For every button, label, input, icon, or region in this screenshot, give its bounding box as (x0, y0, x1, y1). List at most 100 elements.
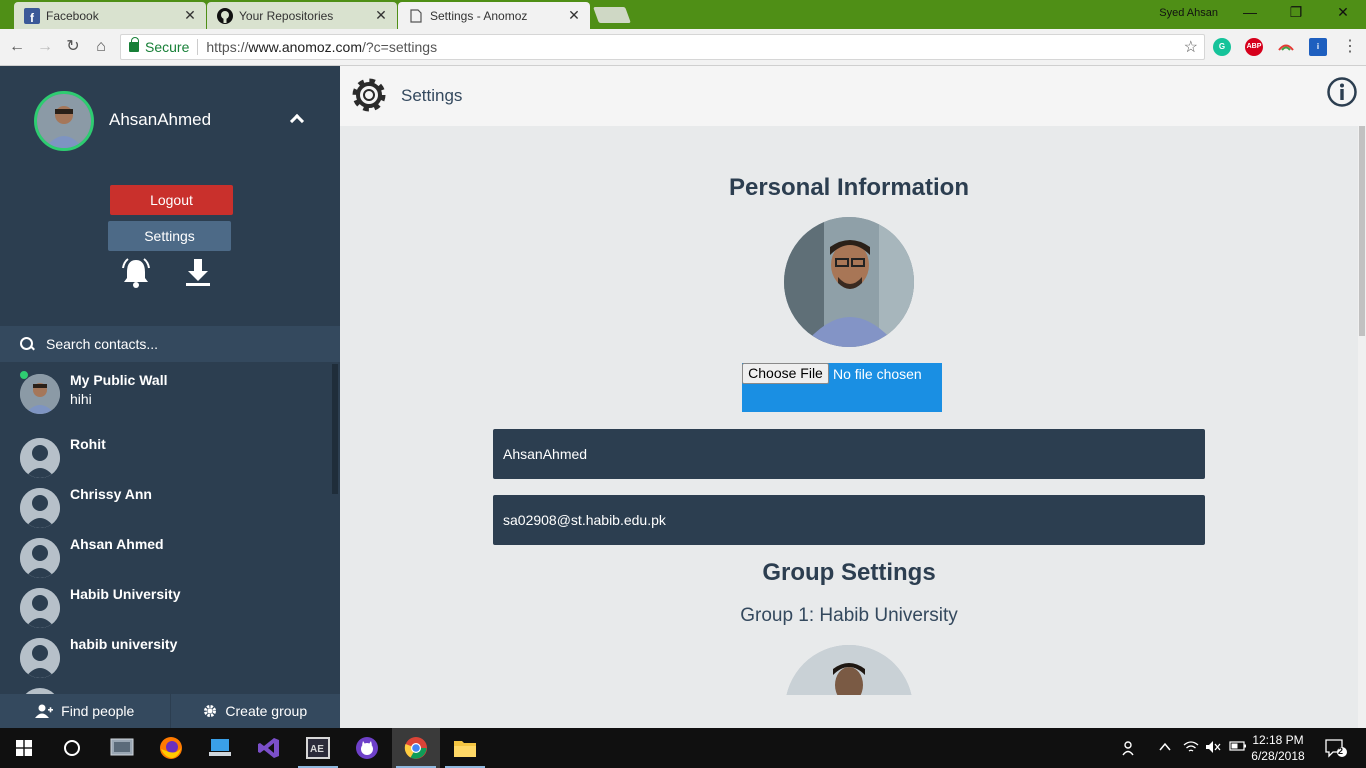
find-people-label: Find people (61, 703, 135, 719)
contact-rohit[interactable]: Rohit (0, 426, 332, 478)
contact-name: habib university (70, 636, 178, 652)
contact-list: My Public Wall hihi Rohit Chrissy Ann Ah… (0, 362, 332, 694)
bookmark-star-icon[interactable]: ☆ (1184, 37, 1198, 57)
facebook-icon: f (24, 7, 40, 24)
start-icon[interactable] (0, 728, 48, 768)
close-tab-icon[interactable]: ✕ (373, 7, 389, 24)
contact-name: Ahsan Ahmed (70, 536, 164, 552)
logout-button[interactable]: Logout (110, 185, 233, 215)
address-bar[interactable]: Secure https://www.anomoz.com/?c=setting… (120, 34, 1205, 60)
tab-settings-anomoz[interactable]: Settings - Anomoz ✕ (398, 2, 590, 29)
volume-muted-icon[interactable] (1205, 740, 1221, 757)
blue-extension-icon[interactable]: i (1309, 38, 1327, 56)
cortana-icon[interactable] (48, 728, 96, 768)
contact-list-scrollbar[interactable] (332, 364, 338, 494)
search-icon (20, 337, 34, 351)
contact-my-public-wall[interactable]: My Public Wall hihi (0, 362, 332, 426)
tab-your-repositories[interactable]: Your Repositories ✕ (207, 2, 397, 29)
contact-name: Rohit (70, 436, 106, 452)
display-icon[interactable] (196, 728, 244, 768)
main-bottom-spacer (340, 695, 1358, 728)
new-tab-button[interactable] (593, 7, 631, 23)
scrollbar-thumb[interactable] (1359, 126, 1365, 336)
settings-gear-icon (349, 75, 389, 115)
profile-username: AhsanAhmed (109, 110, 212, 129)
github-desktop-icon[interactable] (343, 728, 391, 768)
download-icon[interactable] (181, 256, 215, 290)
reload-icon[interactable]: ↻ (63, 37, 83, 57)
find-people-button[interactable]: Find people (0, 694, 170, 728)
tab-title: Settings - Anomoz (430, 8, 528, 23)
page-scrollbar[interactable] (1358, 126, 1366, 728)
battery-icon[interactable] (1229, 740, 1247, 755)
page-icon (408, 8, 424, 24)
tab-facebook[interactable]: f Facebook ✕ (14, 2, 206, 29)
forward-icon[interactable]: → (35, 37, 55, 57)
secure-indicator[interactable]: Secure (129, 37, 190, 55)
svg-text:AE: AE (310, 744, 324, 755)
chrome-menu-icon[interactable]: ⋮ (1340, 37, 1360, 57)
close-tab-icon[interactable]: ✕ (566, 7, 582, 24)
after-effects-icon[interactable]: AE (294, 728, 342, 768)
choose-file-button[interactable]: Choose File (742, 363, 829, 384)
restore-icon[interactable]: ❐ (1273, 4, 1319, 24)
create-group-button[interactable]: Create group (169, 694, 341, 728)
contact-chrissy-ann[interactable]: Chrissy Ann (0, 476, 332, 528)
contact-habib-university[interactable]: Habib University (0, 576, 332, 628)
profile-avatar[interactable] (34, 91, 94, 151)
chevron-up-icon[interactable] (289, 113, 305, 129)
browser-toolbar: ← → ↻ ⌂ Secure https://www.anomoz.com/?c… (0, 29, 1366, 66)
contact-search (0, 326, 340, 362)
url-text[interactable]: https://www.anomoz.com/?c=settings (206, 39, 437, 55)
visual-studio-icon[interactable] (245, 728, 293, 768)
action-center-icon[interactable]: 2 (1325, 738, 1347, 761)
contact-name: Chrissy Ann (70, 486, 152, 502)
close-tab-icon[interactable]: ✕ (182, 7, 198, 24)
clock[interactable]: 12:18 PM 6/28/2018 (1248, 732, 1308, 764)
file-explorer-icon[interactable] (441, 728, 489, 768)
windows-taskbar: AE 12:18 PM 6/28/2018 2 (0, 728, 1366, 768)
firefox-icon[interactable] (147, 728, 195, 768)
settings-content: Personal Information Choose File No file… (340, 126, 1358, 695)
secure-label: Secure (145, 39, 190, 55)
lock-icon (129, 37, 139, 52)
clock-time: 12:18 PM (1252, 733, 1304, 747)
search-contacts-input[interactable] (46, 336, 306, 352)
settings-button[interactable]: Settings (108, 221, 231, 251)
info-icon[interactable] (1326, 76, 1358, 108)
url-scheme: https:// (206, 39, 249, 55)
notification-count: 2 (1338, 746, 1344, 756)
chrome-icon[interactable] (392, 728, 440, 768)
profile-photo-upload: Choose File No file chosen (742, 363, 942, 412)
file-status-text: No file chosen (833, 366, 922, 382)
default-avatar-icon (20, 638, 60, 678)
people-icon[interactable] (1122, 740, 1138, 759)
contact-name: My Public Wall (70, 372, 168, 388)
personal-information-heading: Personal Information (728, 174, 970, 201)
main-header: Settings (340, 66, 1366, 126)
file-viewer-icon[interactable] (98, 728, 146, 768)
adblock-plus-icon[interactable]: ABP (1245, 38, 1263, 56)
notification-bell-icon[interactable] (119, 256, 153, 290)
chevron-up-icon[interactable] (1158, 740, 1172, 757)
home-icon[interactable]: ⌂ (91, 37, 111, 57)
divider (197, 39, 199, 55)
gear-icon (204, 705, 217, 717)
contact-habib-university-lowercase[interactable]: habib university (0, 626, 332, 678)
online-status-dot (19, 370, 29, 380)
group-photo (785, 645, 913, 695)
back-icon[interactable]: ← (7, 37, 27, 57)
group-1-label: Group 1: Habib University (740, 605, 958, 626)
contact-ahsan-ahmed[interactable]: Ahsan Ahmed (0, 526, 332, 578)
grammarly-icon[interactable]: G (1213, 38, 1231, 56)
email-field[interactable] (493, 495, 1205, 545)
url-host: www.anomoz.com (248, 39, 362, 55)
wifi-icon[interactable] (1183, 740, 1199, 757)
close-window-icon[interactable]: ✕ (1320, 4, 1366, 24)
browser-profile-name[interactable]: Syed Ahsan (1159, 7, 1218, 19)
contact-partial[interactable] (0, 676, 332, 694)
minimize-icon[interactable]: — (1227, 4, 1273, 24)
group-settings-heading: Group Settings (762, 559, 936, 586)
colorful-extension-icon[interactable] (1277, 38, 1295, 56)
username-field[interactable] (493, 429, 1205, 479)
